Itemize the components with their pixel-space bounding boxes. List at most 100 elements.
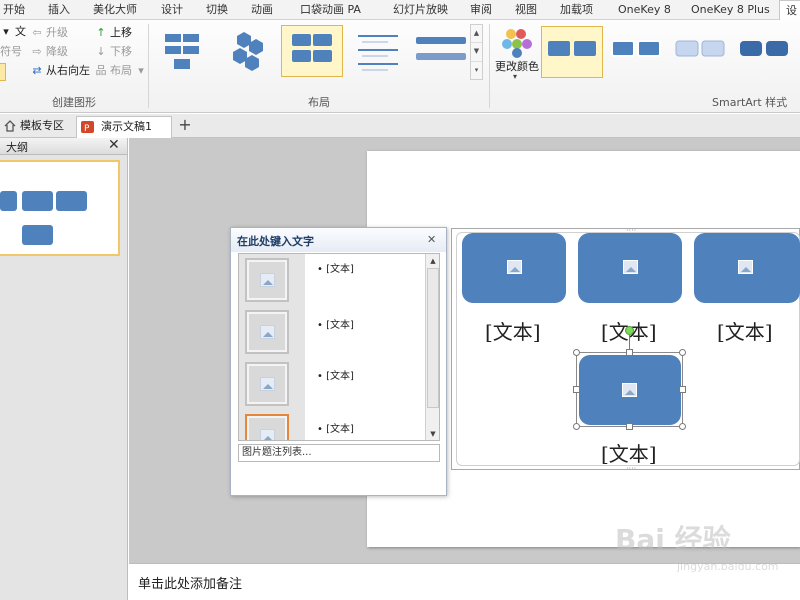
- arrow-right-icon: ⇨: [32, 45, 42, 58]
- style-option-gradient[interactable]: [733, 26, 795, 78]
- home-icon: [4, 120, 16, 132]
- tab-beautify-master[interactable]: 美化大师: [93, 0, 137, 20]
- layout-dropdown-label: 布局: [110, 64, 132, 77]
- watermark-brand: Bai 经验: [615, 523, 731, 556]
- right-to-left-button[interactable]: ⇄ 从右向左: [31, 62, 90, 80]
- picture-thumbnail[interactable]: [245, 310, 289, 354]
- text-pane-item[interactable]: • [文本]: [317, 367, 354, 382]
- scrollbar-thumb[interactable]: [427, 268, 439, 408]
- resize-handle-sw[interactable]: [573, 423, 580, 430]
- tab-review[interactable]: 审阅: [470, 0, 492, 20]
- smartart-picture-shape[interactable]: [694, 233, 800, 303]
- text-pane-item[interactable]: • [文本]: [317, 260, 354, 275]
- rotation-handle[interactable]: [625, 326, 634, 335]
- gallery-expand-icon[interactable]: ▾: [471, 62, 482, 79]
- powerpoint-icon: P: [81, 121, 94, 134]
- style-option-white-outline[interactable]: [605, 26, 667, 78]
- color-palette-icon: [502, 29, 532, 58]
- smartart-caption[interactable]: [文本]: [717, 316, 773, 345]
- text-pane-item-text[interactable]: [文本]: [326, 264, 354, 275]
- scroll-up-icon[interactable]: ▲: [471, 25, 482, 44]
- text-pane-item[interactable]: • [文本]: [317, 420, 354, 435]
- text-pane-item-text[interactable]: [文本]: [326, 320, 354, 331]
- layout-hexagon-icon: [233, 32, 263, 71]
- layout-option-bars[interactable]: [409, 25, 471, 77]
- picture-caption-list-link[interactable]: 图片题注列表...: [238, 444, 440, 462]
- text-pane-item-text[interactable]: [文本]: [326, 424, 354, 435]
- templates-tab-label: 模板专区: [20, 119, 64, 132]
- smartart-picture-shape[interactable]: [462, 233, 566, 303]
- tab-pocket-animation[interactable]: 口袋动画 PA: [300, 0, 361, 20]
- svg-text:P: P: [84, 124, 90, 134]
- smartart-picture-shape-selected[interactable]: [579, 355, 681, 425]
- text-pane-list: • [文本] • [文本] • [文本] • [文本] ▲ ▼: [238, 253, 440, 441]
- promote-button[interactable]: ⇦ 升级: [31, 24, 68, 42]
- chevron-down-icon: ▾: [513, 72, 518, 81]
- smartart-caption[interactable]: [文本]: [601, 438, 657, 467]
- layout-option-hexagon[interactable]: [219, 25, 281, 77]
- picture-thumbnail[interactable]: [245, 258, 289, 302]
- close-icon[interactable]: ✕: [108, 137, 120, 153]
- resize-handle-nw[interactable]: [573, 349, 580, 356]
- text-pane-item[interactable]: • [文本]: [317, 316, 354, 331]
- resize-handle-e[interactable]: [679, 386, 686, 393]
- picture-placeholder-icon[interactable]: [738, 260, 753, 274]
- text-pane-scrollbar[interactable]: ▲ ▼: [425, 254, 439, 440]
- arrow-up-icon: ↑: [96, 26, 106, 39]
- close-icon[interactable]: ✕: [427, 233, 436, 246]
- resize-handle-se[interactable]: [679, 423, 686, 430]
- layout-option-list[interactable]: [347, 25, 409, 77]
- layout-option-picture-caption[interactable]: [281, 25, 343, 77]
- tab-onekey8[interactable]: OneKey 8: [618, 0, 671, 20]
- templates-tab[interactable]: 模板专区: [0, 116, 74, 138]
- picture-placeholder-icon[interactable]: [623, 260, 638, 274]
- tab-transitions[interactable]: 切换: [206, 0, 228, 20]
- text-pane-item-text[interactable]: [文本]: [326, 371, 354, 382]
- scroll-up-icon[interactable]: ▲: [426, 254, 439, 268]
- tab-onekey8-plus[interactable]: OneKey 8 Plus: [691, 0, 770, 20]
- text-pane-button[interactable]: 符号: [0, 43, 22, 61]
- picture-placeholder-icon: [260, 377, 275, 391]
- slide-thumbnail[interactable]: [0, 160, 120, 256]
- resize-handle-ne[interactable]: [679, 349, 686, 356]
- resize-handle-n[interactable]: [626, 349, 633, 356]
- smartart-caption[interactable]: [文本]: [485, 316, 541, 345]
- scroll-down-icon[interactable]: ▼: [426, 427, 439, 440]
- add-bullet-button[interactable]: ▾ 文: [0, 23, 26, 41]
- tab-addins[interactable]: 加载项: [560, 0, 593, 20]
- right-to-left-label: 从右向左: [46, 64, 90, 77]
- tab-smartart-design[interactable]: 设: [779, 0, 800, 21]
- demote-button[interactable]: ⇨ 降级: [31, 43, 68, 61]
- tab-slideshow[interactable]: 幻灯片放映: [393, 0, 448, 20]
- picture-thumbnail[interactable]: [245, 362, 289, 406]
- picture-thumbnail-selected[interactable]: [245, 414, 289, 440]
- swap-arrows-icon: ⇄: [32, 64, 42, 77]
- tab-design[interactable]: 设计: [161, 0, 183, 20]
- layout-gallery-scrollbar[interactable]: ▲ ▼ ▾: [470, 24, 483, 80]
- picture-placeholder-icon[interactable]: [622, 383, 637, 397]
- tab-home[interactable]: 开始: [3, 0, 25, 20]
- org-chart-icon: 品: [95, 64, 107, 77]
- tab-animations[interactable]: 动画: [251, 0, 273, 20]
- smartart-text-pane: 在此处键入文字 ✕ • [文本] • [文本] • [文本] • [文本] ▲ …: [230, 227, 447, 496]
- move-down-button[interactable]: ↓ 下移: [95, 43, 132, 61]
- tab-insert[interactable]: 插入: [48, 0, 70, 20]
- notes-placeholder[interactable]: 单击此处添加备注: [138, 573, 242, 592]
- style-option-light[interactable]: [669, 26, 731, 78]
- thumbnail-column: [239, 254, 305, 440]
- scroll-down-icon[interactable]: ▼: [471, 43, 482, 62]
- smartart-picture-shape[interactable]: [578, 233, 682, 303]
- resize-handle-s[interactable]: [626, 423, 633, 430]
- picture-placeholder-icon[interactable]: [507, 260, 522, 274]
- move-up-button[interactable]: ↑ 上移: [95, 24, 132, 42]
- resize-handle-w[interactable]: [573, 386, 580, 393]
- tab-view[interactable]: 视图: [515, 0, 537, 20]
- layout-option-hierarchy[interactable]: [151, 25, 213, 77]
- change-colors-button[interactable]: 更改颜色 ▾: [494, 26, 540, 86]
- style-option-simple[interactable]: [541, 26, 603, 78]
- document-tab[interactable]: P 演示文稿1: [76, 116, 172, 138]
- selected-button-edge[interactable]: [0, 63, 6, 81]
- new-tab-button[interactable]: +: [175, 116, 195, 136]
- layout-dropdown-button[interactable]: 品 布局 ▾: [95, 62, 147, 80]
- thumb-shape: [56, 191, 87, 211]
